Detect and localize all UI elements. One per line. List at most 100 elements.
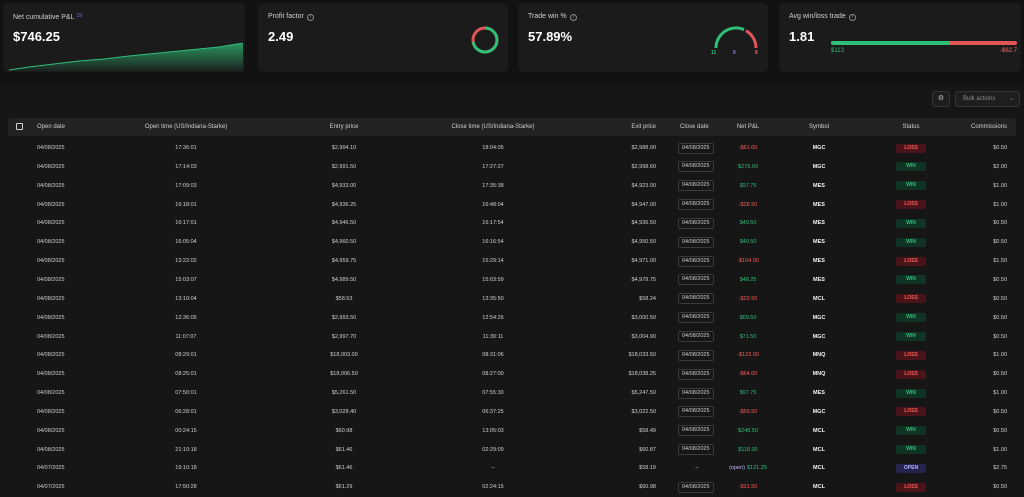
symbol-cell[interactable]: MCL	[799, 478, 839, 496]
col-close-date[interactable]: Close date	[680, 118, 709, 136]
net-pnl-cell: -$64.00	[708, 365, 788, 383]
close-time-cell: 02:24:15	[482, 484, 504, 491]
close-time-cell: 13:35:50	[482, 295, 504, 302]
open-time-cell: 16:05:04	[175, 239, 197, 246]
table-row[interactable]: 04/08/2025 00:24:15 $60.98 13:05:03 $58.49 04…	[8, 422, 1016, 440]
close-time-cell: 02:29:09	[482, 446, 504, 453]
entry-price-cell: $61.46	[335, 465, 353, 472]
close-time-cell: 08:27:00	[482, 371, 504, 378]
col-exit-price[interactable]: Exit price	[598, 118, 656, 136]
open-date-cell: 04/07/2025	[37, 465, 65, 472]
symbol-cell[interactable]: MGC	[799, 328, 839, 346]
symbol-cell[interactable]: MES	[799, 271, 839, 289]
exit-price-cell: $4,979.75	[631, 276, 656, 283]
symbol-cell[interactable]: MNQ	[799, 365, 839, 383]
open-time-cell: 06:28:01	[175, 408, 197, 415]
pnl-amount: -$31.50	[738, 484, 758, 491]
info-icon[interactable]: i	[848, 14, 856, 21]
symbol-cell[interactable]: MES	[799, 214, 839, 232]
net-pnl-cell: $48.25	[708, 271, 788, 289]
commissions-cell: $2.00	[993, 163, 1007, 170]
col-symbol[interactable]: Symbol	[799, 118, 839, 136]
entry-price-cell: $61.29	[335, 484, 353, 491]
info-icon[interactable]: i	[569, 14, 577, 21]
table-row[interactable]: 04/08/2025 16:17:01 $4,946.50 16:17:54 $4,93…	[8, 214, 1016, 232]
symbol-cell[interactable]: MNQ	[799, 346, 839, 364]
pnl-amount: -$28.50	[738, 201, 758, 208]
table-row[interactable]: 04/08/2025 08:29:01 $18,003.00 08:31:06 $18,…	[8, 346, 1016, 364]
commissions-cell: $0.50	[993, 295, 1007, 302]
bulk-actions-button[interactable]: Bulk actions ⌄	[955, 91, 1020, 107]
net-pnl-cell: -$59.50	[708, 403, 788, 421]
commissions-cell: $1.00	[993, 352, 1007, 359]
open-time-cell: 00:24:15	[175, 427, 197, 434]
table-row[interactable]: 04/08/2025 15:03:07 $4,989.50 15:03:59 $4,97…	[8, 271, 1016, 289]
table-header: Open date Open time (US/Indiana-Starke) …	[8, 118, 1016, 136]
select-all-checkbox[interactable]	[16, 123, 23, 130]
symbol-cell[interactable]: MCL	[799, 290, 839, 308]
open-time-cell: 17:09:03	[175, 182, 197, 189]
symbol-cell[interactable]: MES	[799, 384, 839, 402]
table-row[interactable]: 04/07/2025 19:10:18 $61.46– $58.19– (open) $1…	[8, 459, 1016, 477]
exit-price-cell: $60.87	[639, 446, 656, 453]
open-time-cell: 21:10:18	[175, 446, 197, 453]
col-status[interactable]: Status	[891, 118, 931, 136]
settings-button[interactable]: ⚙	[932, 91, 950, 107]
avg-win-loss-value: 1.81	[789, 29, 815, 44]
symbol-cell[interactable]: MCL	[799, 441, 839, 459]
table-row[interactable]: 04/07/2025 17:50:28 $61.29 02:24:15 $60.98 04…	[8, 478, 1016, 496]
table-row[interactable]: 04/08/2025 07:50:01 $5,261.50 07:55:30 $5,24…	[8, 384, 1016, 402]
close-time-cell: 16:16:54	[482, 239, 504, 246]
table-row[interactable]: 04/08/2025 13:10:04 $58.53 13:35:50 $58.24 04…	[8, 290, 1016, 308]
pnl-amount: $276.00	[738, 163, 758, 170]
open-date-cell: 04/08/2025	[37, 446, 65, 453]
entry-price-cell: $2,997.70	[331, 333, 357, 340]
table-row[interactable]: 04/08/2025 11:07:07 $2,997.70 11:30:11 $3,00…	[8, 328, 1016, 346]
close-time-cell: 16:17:54	[482, 220, 504, 227]
table-row[interactable]: 04/08/2025 12:36:05 $2,993.50 12:54:26 $3,00…	[8, 309, 1016, 327]
symbol-cell[interactable]: MES	[799, 233, 839, 251]
col-commissions[interactable]: Commissions	[953, 118, 1007, 136]
table-row[interactable]: 04/08/2025 16:05:04 $4,960.50 16:16:54 $4,95…	[8, 233, 1016, 251]
symbol-cell[interactable]: MCL	[799, 459, 839, 477]
symbol-cell[interactable]: MGC	[799, 158, 839, 176]
symbol-cell[interactable]: MES	[799, 252, 839, 270]
pnl-amount: $71.50	[739, 333, 757, 340]
table-row[interactable]: 04/08/2025 06:28:01 $3,028.40 06:37:25 $3,02…	[8, 403, 1016, 421]
profit-factor-card: Profit factor i 2.49	[258, 3, 508, 72]
col-net-pnl[interactable]: Net P&L	[728, 118, 768, 136]
avg-win-amount: $113	[831, 48, 844, 54]
table-row[interactable]: 04/08/2025 13:22:02 $4,959.75 15:29:14 $4,97…	[8, 252, 1016, 270]
open-date-cell: 04/08/2025	[37, 182, 65, 189]
cumulative-pnl-sparkline	[9, 43, 243, 71]
symbol-cell[interactable]: MGC	[799, 139, 839, 157]
pnl-amount: -$104.00	[737, 258, 759, 265]
open-date-cell: 04/08/2025	[37, 390, 65, 397]
commissions-cell: $0.50	[993, 145, 1007, 151]
pnl-amount: $97.75	[739, 390, 757, 397]
symbol-cell[interactable]: MGC	[799, 403, 839, 421]
table-row[interactable]: 04/08/2025 16:18:01 $4,936.25 16:48:04 $4,94…	[8, 196, 1016, 214]
table-row[interactable]: 04/08/2025 21:10:18 $61.46 02:29:09 $60.87 04…	[8, 441, 1016, 459]
symbol-cell[interactable]: MGC	[799, 309, 839, 327]
card-title: Avg win/loss trade i	[789, 13, 856, 21]
open-time-cell: 17:14:03	[175, 163, 197, 170]
table-row[interactable]: 04/08/2025 17:36:01 $2,994.10 18:04:05 $2,98…	[8, 139, 1016, 157]
symbol-cell[interactable]: MES	[799, 177, 839, 195]
info-icon[interactable]: i	[306, 14, 314, 21]
bulk-actions-label: Bulk actions	[963, 96, 996, 102]
col-entry-price[interactable]: Entry price	[314, 118, 374, 136]
symbol-cell[interactable]: MES	[799, 196, 839, 214]
col-open-date[interactable]: Open date	[37, 118, 65, 136]
table-row[interactable]: 04/08/2025 17:09:03 $4,933.00 17:35:38 $4,92…	[8, 177, 1016, 195]
net-pnl-cell: $276.00	[708, 158, 788, 176]
table-row[interactable]: 04/08/2025 17:14:03 $2,991.50 17:27:27 $2,99…	[8, 158, 1016, 176]
net-pnl-cell: (open) $121.25	[708, 459, 788, 477]
col-close-time[interactable]: Close time (US/Indiana-Starke)	[433, 118, 553, 136]
exit-price-cell: $4,923.00	[631, 182, 656, 189]
table-row[interactable]: 04/08/2025 08:25:01 $18,006.50 08:27:00 $18,…	[8, 365, 1016, 383]
commissions-cell: $0.50	[993, 239, 1007, 246]
entry-price-cell: $4,989.50	[331, 276, 357, 283]
col-open-time[interactable]: Open time (US/Indiana-Starke)	[126, 118, 246, 136]
symbol-cell[interactable]: MCL	[799, 422, 839, 440]
